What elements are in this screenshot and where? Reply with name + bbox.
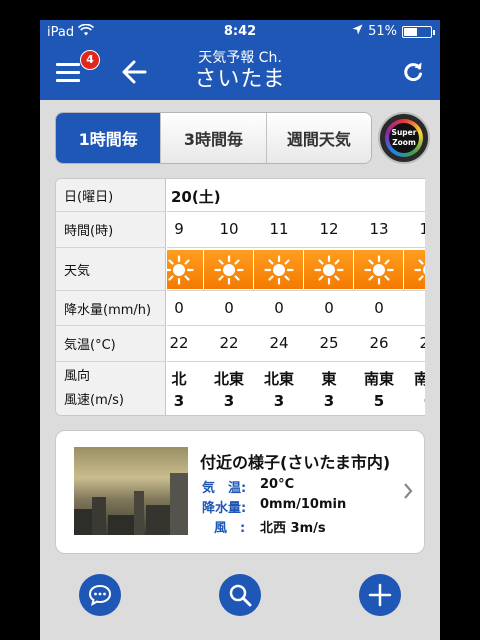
battery-icon — [402, 25, 435, 38]
super-zoom-icon: Super Zoom — [389, 123, 419, 153]
temp-cell: 22 — [219, 334, 239, 352]
row-label-date: 日(曜日) — [56, 179, 166, 212]
wind-speed-cell: 6 — [404, 392, 425, 410]
wind-dir-cell: 南東 — [404, 368, 425, 389]
tab-weekly[interactable]: 週間天気 — [266, 113, 371, 163]
nearby-temp-row: 気 温: 20°C — [202, 477, 294, 496]
precip-cell: 0 — [274, 299, 284, 317]
wind-speed-row: 3 3 3 3 5 6 — [167, 390, 425, 415]
search-button[interactable] — [219, 574, 261, 616]
row-label-hour: 時間(時) — [56, 212, 166, 248]
row-label-precip: 降水量(mm/h) — [56, 291, 166, 326]
nearby-wind-label: 風 : — [214, 521, 246, 536]
precip-cell: 0 — [224, 299, 234, 317]
sunny-icon — [167, 250, 203, 289]
refresh-icon — [404, 62, 422, 82]
nearby-temp-label: 気 温: — [202, 481, 247, 496]
battery-level — [404, 27, 417, 36]
city-title: さいたま — [194, 67, 286, 92]
hour-cell: 14 — [404, 220, 425, 238]
precip-cell: 0 — [174, 299, 184, 317]
hour-row: 9 10 11 12 13 14 — [167, 212, 425, 248]
temp-cell: 25 — [319, 334, 339, 352]
temp-cell: 24 — [269, 334, 289, 352]
date-row: 20(土) — [167, 179, 425, 212]
refresh-button[interactable] — [400, 59, 426, 85]
page-title: 天気予報 Ch. さいたま — [40, 50, 440, 94]
weather-row — [167, 248, 425, 291]
live-camera-photo — [74, 447, 188, 535]
app-screen: iPad 8:42 51% 4 天気予報 Ch. さいたま 1時間毎 3時間毎 … — [40, 20, 440, 640]
hour-cell: 13 — [369, 220, 389, 238]
chevron-right-icon — [404, 483, 413, 499]
wind-dir-cell: 北 — [171, 370, 187, 388]
wind-speed-cell: 3 — [323, 392, 335, 410]
nearby-wind-row: 風 : 北西 3m/s — [202, 517, 326, 536]
sunny-icon — [204, 250, 253, 289]
tab-hourly[interactable]: 1時間毎 — [56, 113, 162, 163]
temp-cell: 26 — [404, 334, 425, 352]
precip-cell: 0 — [324, 299, 334, 317]
nearby-precip-label: 降水量: — [202, 501, 247, 516]
wind-dir-cell: 東 — [321, 370, 337, 388]
nearby-precip-value: 0mm/10min — [260, 497, 347, 512]
row-label-wind: 風向 風速(m/s) — [56, 362, 166, 415]
precip-cell: 0 — [404, 299, 425, 317]
wind-speed-cell: 3 — [223, 392, 235, 410]
status-bar: iPad 8:42 51% — [40, 20, 440, 44]
hour-cell: 10 — [219, 220, 239, 238]
super-zoom-button[interactable]: Super Zoom — [378, 112, 430, 164]
row-label-wind-dir: 風向 — [64, 369, 91, 384]
row-label-temp: 気温(°C) — [56, 326, 166, 362]
battery-percent: 51% — [368, 24, 397, 39]
wind-dir-cell: 南東 — [363, 370, 394, 388]
wind-speed-cell: 3 — [173, 392, 185, 410]
nearby-precip-row: 降水量: 0mm/10min — [202, 497, 346, 516]
sunny-icon — [404, 250, 425, 289]
nearby-temp-value: 20°C — [260, 477, 295, 492]
hour-cell: 12 — [319, 220, 339, 238]
hour-cell: 11 — [269, 220, 289, 238]
comment-button[interactable] — [79, 574, 121, 616]
wind-speed-cell: 5 — [373, 392, 385, 410]
temp-cell: 26 — [369, 334, 389, 352]
comment-icon — [88, 584, 112, 606]
precip-row: 0 0 0 0 0 0 — [167, 291, 425, 326]
temp-cell: 22 — [169, 334, 189, 352]
precip-cell: 0 — [374, 299, 384, 317]
nearby-title: 付近の様子(さいたま市内) — [200, 453, 391, 472]
hourly-weather-table: 日(曜日) 時間(時) 天気 降水量(mm/h) 気温(°C) 風向 風速(m/… — [55, 178, 425, 416]
search-icon — [229, 584, 252, 607]
nav-bar: 4 天気予報 Ch. さいたま — [40, 44, 440, 100]
sunny-icon — [354, 250, 403, 289]
temp-row: 22 22 24 25 26 26 — [167, 326, 425, 362]
add-icon — [368, 583, 392, 607]
add-button[interactable] — [359, 574, 401, 616]
channel-subtitle: 天気予報 Ch. — [198, 50, 282, 66]
tab-3-hourly[interactable]: 3時間毎 — [161, 113, 267, 163]
row-label-wind-speed: 風速(m/s) — [64, 393, 124, 408]
hourly-data-scroll[interactable]: 20(土) 91011121314 000000 222224252626 北北… — [167, 179, 425, 415]
interval-tabs: 1時間毎 3時間毎 週間天気 — [55, 112, 372, 164]
sunny-icon — [254, 250, 303, 289]
nearby-wind-value: 北西 3m/s — [260, 521, 326, 536]
location-arrow-icon — [352, 24, 363, 39]
nearby-conditions-card[interactable]: 付近の様子(さいたま市内) 気 温: 20°C 降水量: 0mm/10min 風… — [55, 430, 425, 554]
row-label-weather: 天気 — [56, 248, 166, 291]
sunny-icon — [304, 250, 353, 289]
wind-dir-row: 北 北東 北東 東 南東南東 — [167, 362, 425, 390]
date-value: 20(土) — [171, 188, 221, 206]
wind-speed-cell: 3 — [273, 392, 285, 410]
wind-dir-cell: 北東 — [263, 370, 294, 388]
wind-dir-cell: 北東 — [213, 370, 244, 388]
hour-cell: 9 — [174, 220, 184, 238]
